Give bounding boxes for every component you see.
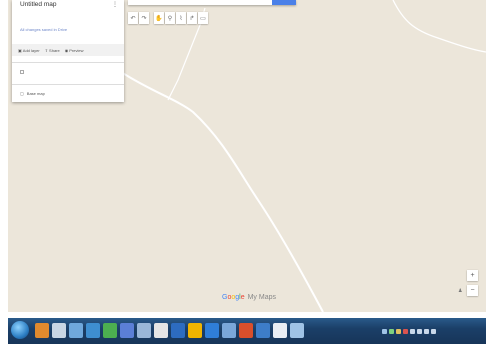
preview-icon: ◉: [64, 47, 69, 53]
app-icon[interactable]: [103, 323, 117, 338]
saved-status: All changes saved in Drive: [20, 27, 68, 32]
share-icon: ⇪: [44, 47, 49, 53]
divider: [12, 62, 124, 63]
zoom-out-button[interactable]: −: [467, 285, 478, 296]
search-bar[interactable]: [128, 0, 296, 5]
taskbar: [8, 318, 486, 344]
app-icon[interactable]: [222, 323, 236, 338]
tray-icon[interactable]: [382, 328, 387, 334]
tray-icon[interactable]: [389, 328, 394, 334]
draw-line-icon[interactable]: ⌇: [176, 12, 186, 24]
start-button[interactable]: [11, 321, 29, 339]
app-icon[interactable]: [137, 323, 151, 338]
app-icon[interactable]: [69, 323, 83, 338]
tray-icon[interactable]: [431, 328, 436, 334]
screen: Untitled map ⋮ All changes saved in Driv…: [0, 0, 490, 347]
preview-button[interactable]: ◉ Preview: [65, 48, 84, 53]
tray-icon[interactable]: [410, 328, 415, 334]
app-icon[interactable]: [35, 323, 49, 338]
app-icon[interactable]: [205, 323, 219, 338]
app-icon[interactable]: [171, 323, 185, 338]
layer-checkbox[interactable]: [20, 70, 24, 74]
hand-icon[interactable]: ✋: [154, 12, 164, 24]
directions-icon[interactable]: ↱: [187, 12, 197, 24]
map-toolbar: ↶ ↷ ✋ ⚲ ⌇ ↱ ▭: [128, 12, 208, 24]
app-icon[interactable]: [273, 323, 287, 338]
app-icon[interactable]: [120, 323, 134, 338]
preview-label: Preview: [69, 47, 84, 53]
add-layer-label: Add layer: [22, 47, 40, 53]
divider: [12, 84, 124, 85]
map-title[interactable]: Untitled map: [20, 1, 57, 8]
marker-icon[interactable]: ⚲: [165, 12, 175, 24]
app-icon[interactable]: [86, 323, 100, 338]
more-options-icon[interactable]: ⋮: [112, 1, 118, 8]
my-maps-label: My Maps: [247, 294, 276, 301]
share-label: Share: [49, 47, 60, 53]
search-button[interactable]: [272, 0, 296, 5]
map-panel: Untitled map ⋮ All changes saved in Driv…: [12, 0, 124, 102]
pegman-icon[interactable]: ♟: [458, 288, 462, 294]
app-icon[interactable]: [188, 323, 202, 338]
app-icon[interactable]: [290, 323, 304, 338]
tray-icon[interactable]: [396, 328, 401, 334]
ruler-icon[interactable]: ▭: [198, 12, 208, 24]
base-map-item[interactable]: ▢ Base map: [20, 91, 45, 96]
layer-item[interactable]: [20, 70, 27, 74]
base-map-label: Base map: [26, 91, 45, 96]
undo-icon[interactable]: ↶: [128, 12, 138, 24]
add-layer-icon: ▣: [18, 47, 22, 53]
redo-icon[interactable]: ↷: [139, 12, 149, 24]
google-my-maps-logo: Google My Maps: [222, 294, 276, 301]
add-layer-button[interactable]: ▣ Add layer: [18, 48, 40, 53]
tray-icon[interactable]: [403, 328, 408, 334]
tray-icon[interactable]: [417, 328, 422, 334]
app-icon[interactable]: [154, 323, 168, 338]
app-icon[interactable]: [52, 323, 66, 338]
app-icon[interactable]: [256, 323, 270, 338]
tray-icon[interactable]: [424, 328, 429, 334]
base-map-icon: ▢: [20, 91, 24, 96]
app-icon[interactable]: [239, 323, 253, 338]
zoom-in-button[interactable]: +: [467, 270, 478, 281]
panel-actions: ▣ Add layer ⇪ Share ◉ Preview: [12, 44, 124, 56]
share-button[interactable]: ⇪ Share: [45, 48, 60, 53]
system-tray: [382, 324, 436, 338]
